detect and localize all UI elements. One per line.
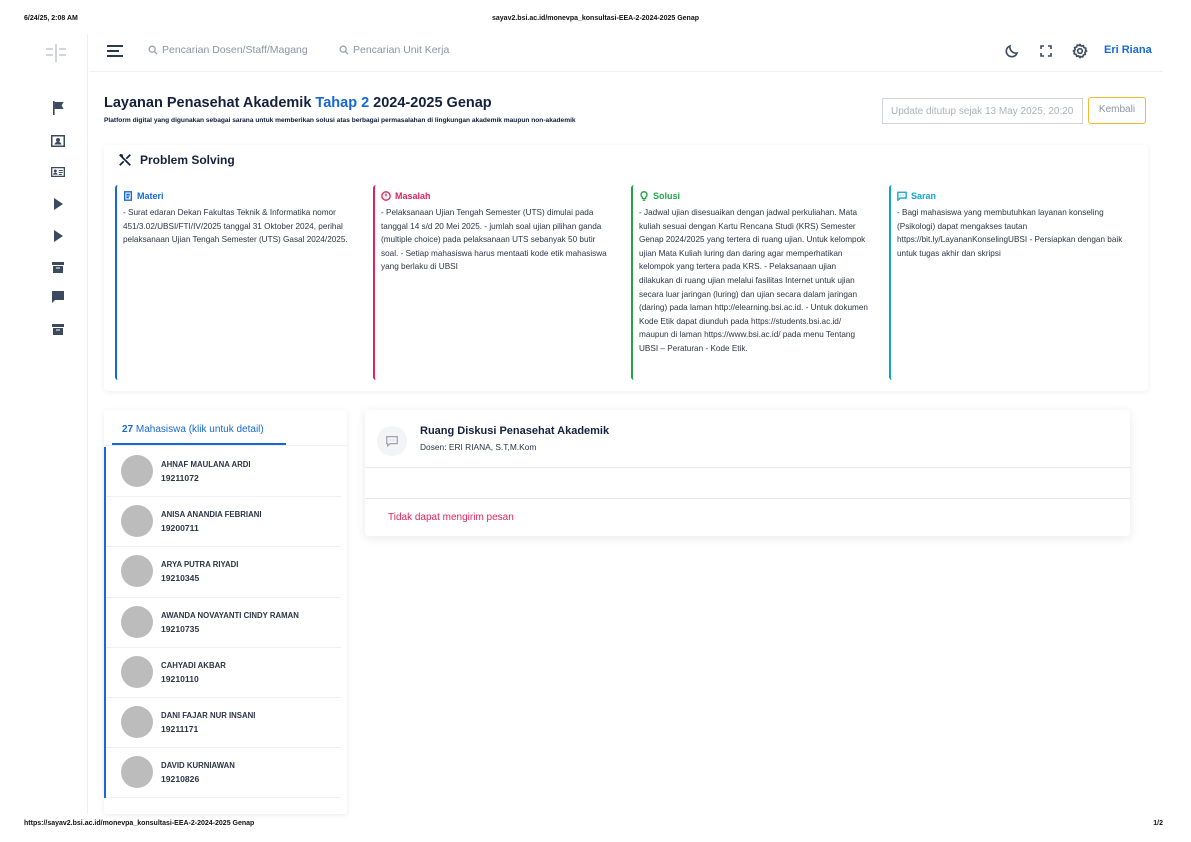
solusi-label: Solusi bbox=[653, 191, 681, 201]
list-item[interactable]: DAVID KURNIAWAN 19210826 bbox=[106, 748, 341, 799]
archive-icon[interactable] bbox=[50, 321, 66, 337]
solusi-column: Solusi - Jadwal ujian disesuaikan dengan… bbox=[631, 185, 876, 380]
discussion-title: Ruang Diskusi Penasehat Akademik bbox=[420, 425, 610, 437]
avatar bbox=[121, 605, 153, 638]
search-unit-input[interactable]: Pencarian Unit Kerja bbox=[339, 44, 449, 56]
search-staff-placeholder: Pencarian Dosen/Staff/Magang bbox=[162, 44, 308, 56]
back-button[interactable]: Kembali bbox=[1088, 97, 1146, 124]
problem-solving-card: Problem Solving Materi - Surat edaran De… bbox=[104, 145, 1148, 391]
masalah-text: - Pelaksanaan Ujian Tengah Semester (UTS… bbox=[381, 208, 607, 272]
discussion-panel: Ruang Diskusi Penasehat Akademik Dosen: … bbox=[365, 410, 1130, 536]
students-tab-label: 27 Mahasiswa (klik untuk detail) bbox=[122, 424, 264, 435]
play-icon[interactable] bbox=[50, 228, 66, 244]
materi-text: - Surat edaran Dekan Fakultas Teknik & I… bbox=[123, 208, 348, 245]
student-name: AWANDA NOVAYANTI CINDY RAMAN bbox=[161, 610, 299, 620]
avatar bbox=[121, 705, 153, 738]
avatar bbox=[121, 655, 153, 688]
student-nim: 19210735 bbox=[161, 623, 200, 634]
list-item[interactable]: DANI FAJAR NUR INSANI 19211171 bbox=[106, 698, 341, 749]
archive-icon[interactable] bbox=[50, 259, 66, 275]
tab-underline bbox=[112, 443, 286, 445]
list-item[interactable]: ANISA ANANDIA FEBRIANI 19200711 bbox=[106, 497, 341, 548]
masalah-column: Masalah - Pelaksanaan Ujian Tengah Semes… bbox=[373, 185, 618, 380]
update-status-field[interactable]: Update ditutup sejak 13 May 2025, 20:20 bbox=[882, 98, 1083, 124]
menu-toggle-icon[interactable] bbox=[107, 45, 123, 57]
id-card-icon[interactable] bbox=[50, 164, 66, 180]
student-nim: 19210826 bbox=[161, 774, 200, 785]
divider bbox=[365, 498, 1130, 499]
search-icon bbox=[148, 45, 158, 55]
flag-icon[interactable] bbox=[50, 100, 66, 116]
student-nim: 19210345 bbox=[161, 573, 200, 584]
search-staff-input[interactable]: Pencarian Dosen/Staff/Magang bbox=[148, 44, 308, 56]
print-page-title: sayav2.bsi.ac.id/monevpa_konsultasi-EEA-… bbox=[492, 15, 699, 22]
saran-header: Saran bbox=[897, 191, 1134, 201]
materi-label: Materi bbox=[137, 191, 164, 201]
chat-icon[interactable] bbox=[50, 289, 66, 305]
page-subtitle: Platform digital yang digunakan sebagai … bbox=[104, 117, 576, 124]
masalah-label: Masalah bbox=[395, 191, 431, 201]
students-tab-text: Mahasiswa (klik untuk detail) bbox=[133, 424, 264, 435]
page-title-part1: Layanan Penasehat Akademik bbox=[104, 95, 316, 111]
list-item[interactable]: AHNAF MAULANA ARDI 19211072 bbox=[106, 447, 341, 498]
page-title-part2: 2024-2025 Genap bbox=[369, 95, 492, 111]
user-name-link[interactable]: Eri Riana bbox=[1104, 44, 1152, 56]
saran-column: Saran - Bagi mahasiswa yang membutuhkan … bbox=[889, 185, 1134, 380]
lightbulb-icon bbox=[640, 191, 648, 201]
student-name: CAHYADI AKBAR bbox=[161, 660, 226, 670]
student-nim: 19211072 bbox=[161, 473, 199, 483]
problem-solving-title: Problem Solving bbox=[118, 153, 235, 167]
avatar bbox=[121, 555, 153, 588]
avatar bbox=[121, 756, 153, 789]
alert-circle-icon bbox=[381, 191, 391, 201]
student-name: ANISA ANANDIA FEBRIANI bbox=[161, 510, 262, 520]
materi-column: Materi - Surat edaran Dekan Fakultas Tek… bbox=[115, 185, 360, 380]
student-name: DAVID KURNIAWAN bbox=[161, 761, 235, 771]
student-nim: 19210110 bbox=[161, 673, 199, 684]
solusi-text: - Jadwal ujian disesuaikan dengan jadwal… bbox=[639, 208, 868, 353]
discussion-dosen: Dosen: ERI RIANA, S.T,M.Kom bbox=[420, 442, 537, 452]
student-name: ARYA PUTRA RIYADI bbox=[161, 560, 239, 570]
problem-solving-title-text: Problem Solving bbox=[140, 153, 235, 167]
students-list: AHNAF MAULANA ARDI 19211072 ANISA ANANDI… bbox=[104, 447, 347, 799]
student-nim: 19200711 bbox=[161, 523, 199, 534]
materi-header: Materi bbox=[123, 191, 360, 201]
search-unit-placeholder: Pencarian Unit Kerja bbox=[353, 44, 450, 56]
app-logo-icon[interactable] bbox=[46, 44, 68, 62]
students-count: 27 bbox=[122, 424, 134, 435]
chat-bubble-icon bbox=[377, 426, 407, 456]
settings-gear-icon[interactable] bbox=[1072, 43, 1088, 59]
document-icon bbox=[124, 191, 132, 201]
tab-students[interactable]: 27 Mahasiswa (klik untuk detail) bbox=[104, 410, 347, 446]
solusi-header: Solusi bbox=[639, 191, 876, 201]
top-bar: Pencarian Dosen/Staff/Magang Pencarian U… bbox=[89, 34, 1163, 72]
list-item[interactable]: AWANDA NOVAYANTI CINDY RAMAN 19210735 bbox=[106, 598, 341, 648]
saran-text: - Bagi mahasiswa yang membutuhkan layana… bbox=[897, 208, 1123, 258]
list-item[interactable]: CAHYADI AKBAR 19210110 bbox=[106, 648, 341, 698]
dark-mode-icon[interactable] bbox=[1004, 43, 1020, 59]
student-nim: 19211171 bbox=[161, 723, 199, 734]
search-icon bbox=[339, 45, 349, 55]
saran-label: Saran bbox=[911, 191, 937, 201]
sidebar bbox=[32, 34, 88, 814]
students-panel: 27 Mahasiswa (klik untuk detail) AHNAF M… bbox=[104, 410, 347, 814]
page-title-accent: Tahap 2 bbox=[315, 95, 370, 111]
print-url: https://sayav2.bsi.ac.id/monevpa_konsult… bbox=[24, 820, 255, 827]
send-error-message: Tidak dapat mengirim pesan bbox=[388, 512, 514, 523]
list-item[interactable]: ARYA PUTRA RIYADI 19210345 bbox=[106, 547, 341, 598]
page-title: Layanan Penasehat Akademik Tahap 2 2024-… bbox=[104, 95, 492, 111]
avatar bbox=[121, 505, 153, 538]
avatar bbox=[121, 455, 153, 487]
message-icon bbox=[897, 191, 907, 201]
student-name: DANI FAJAR NUR INSANI bbox=[161, 710, 256, 720]
student-name: AHNAF MAULANA ARDI bbox=[161, 460, 251, 469]
masalah-header: Masalah bbox=[381, 191, 618, 201]
fullscreen-icon[interactable] bbox=[1038, 43, 1054, 59]
print-page-number: 1/2 bbox=[1153, 820, 1163, 827]
id-badge-icon[interactable] bbox=[50, 133, 66, 149]
tools-icon bbox=[119, 153, 131, 166]
play-icon[interactable] bbox=[50, 196, 66, 212]
divider bbox=[365, 467, 1130, 468]
